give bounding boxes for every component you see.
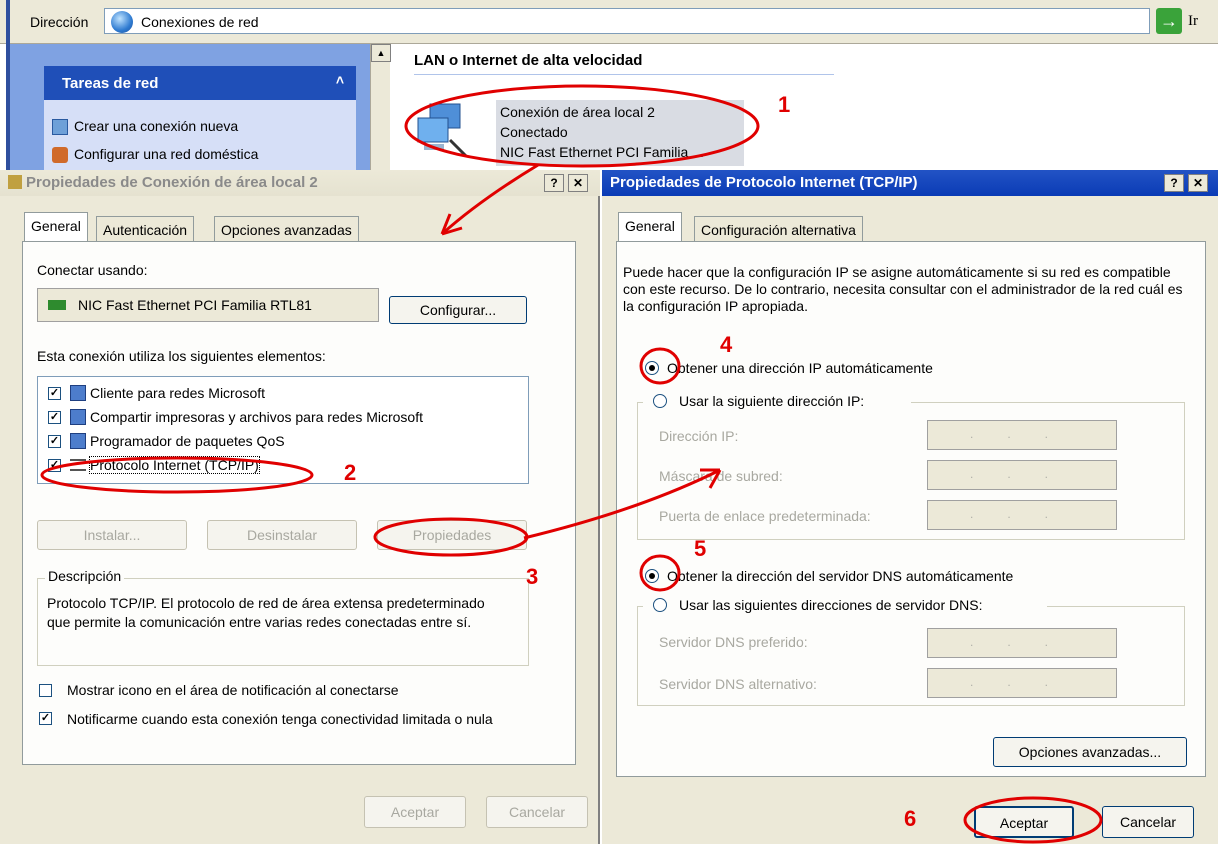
annotation-number-1: 1 xyxy=(778,92,791,117)
annotation-number-4: 4 xyxy=(720,332,733,357)
annotation-number-3: 3 xyxy=(526,564,539,589)
annotation-ellipse-2 xyxy=(40,456,314,494)
annotation-ellipse-5 xyxy=(639,554,681,592)
annotation-number-6: 6 xyxy=(904,806,917,831)
annotation-ellipse-1 xyxy=(404,84,760,168)
annotation-ellipse-6 xyxy=(963,796,1103,844)
annotation-ellipse-3 xyxy=(373,517,529,557)
annotation-overlay xyxy=(40,84,1103,844)
annotation-arrow-1 xyxy=(440,163,539,236)
annotation-number-5: 5 xyxy=(694,536,707,561)
annotation-ellipse-4 xyxy=(639,347,681,385)
annotation-arrow-2 xyxy=(523,468,721,540)
annotation-number-2: 2 xyxy=(344,460,357,485)
